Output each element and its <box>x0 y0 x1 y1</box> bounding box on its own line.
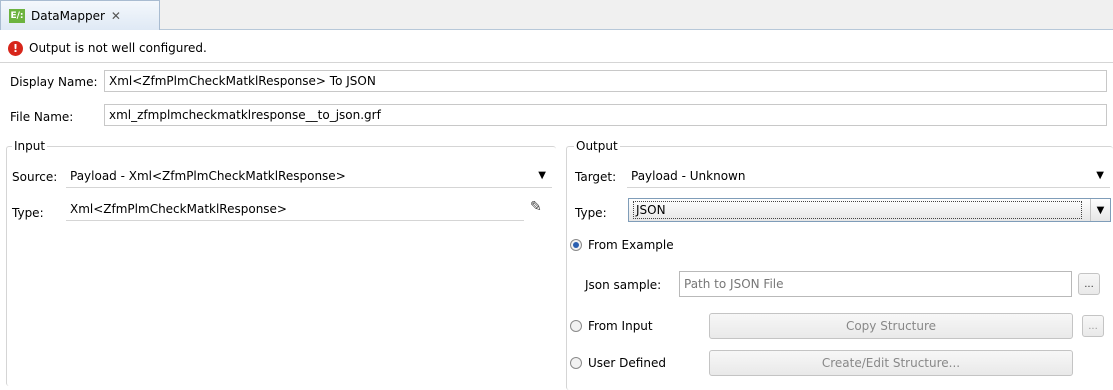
output-group-title: Output <box>574 139 620 153</box>
output-target-value: Payload - Unknown <box>631 168 746 183</box>
copy-browse-button[interactable]: ... <box>1082 315 1104 337</box>
input-type-label: Type: <box>12 206 44 220</box>
error-icon: ! <box>8 40 23 56</box>
input-group-title: Input <box>12 139 48 153</box>
json-sample-label: Json sample: <box>585 278 662 292</box>
datamapper-icon: E/: <box>9 8 25 23</box>
output-type-value: JSON <box>633 201 1082 219</box>
output-type-select[interactable]: JSON ▼ <box>628 198 1111 222</box>
output-target-label: Target: <box>575 170 617 184</box>
status-message: Output is not well configured. <box>29 41 207 55</box>
output-target-select[interactable]: Payload - Unknown ▼ <box>627 164 1110 188</box>
display-name-label: Display Name: <box>10 75 98 89</box>
tab-title: DataMapper <box>31 8 105 23</box>
create-edit-structure-button[interactable]: Create/Edit Structure... <box>709 350 1073 376</box>
radio-unchecked-icon[interactable] <box>570 320 582 332</box>
from-input-label: From Input <box>588 319 653 333</box>
input-type-field[interactable]: Xml<ZfmPlmCheckMatklResponse> <box>66 199 524 221</box>
output-type-label: Type: <box>575 206 607 220</box>
json-sample-input[interactable]: Path to JSON File <box>679 271 1072 297</box>
close-icon[interactable]: ✕ <box>111 9 121 23</box>
from-example-radio[interactable]: From Example <box>570 238 674 252</box>
input-source-value: Payload - Xml<ZfmPlmCheckMatklResponse> <box>70 168 346 183</box>
input-source-select[interactable]: Payload - Xml<ZfmPlmCheckMatklResponse> … <box>66 164 552 188</box>
input-source-label: Source: <box>12 170 58 184</box>
from-example-label: From Example <box>588 238 674 252</box>
browse-json-button[interactable]: ... <box>1078 273 1100 295</box>
divider <box>0 62 1113 63</box>
copy-structure-button[interactable]: Copy Structure <box>709 313 1073 339</box>
user-defined-radio[interactable]: User Defined <box>570 356 666 370</box>
chevron-down-icon: ▼ <box>538 170 546 181</box>
chevron-down-icon: ▼ <box>1090 199 1110 221</box>
tab-datamapper[interactable]: E/: DataMapper ✕ <box>0 0 160 30</box>
display-name-field[interactable]: Xml<ZfmPlmCheckMatklResponse> To JSON <box>104 70 1107 92</box>
status-message-row: ! Output is not well configured. <box>8 38 207 58</box>
user-defined-label: User Defined <box>588 356 666 370</box>
chevron-down-icon: ▼ <box>1096 170 1104 181</box>
file-name-field[interactable]: xml_zfmplmcheckmatklresponse__to_json.gr… <box>104 104 1107 126</box>
radio-checked-icon[interactable] <box>570 239 582 251</box>
from-input-radio[interactable]: From Input <box>570 319 653 333</box>
edit-icon[interactable]: ✎ <box>530 199 542 215</box>
file-name-label: File Name: <box>10 110 74 124</box>
editor-tab-strip: E/: DataMapper ✕ <box>0 0 1113 30</box>
radio-unchecked-icon[interactable] <box>570 357 582 369</box>
json-sample-placeholder: Path to JSON File <box>684 277 784 291</box>
